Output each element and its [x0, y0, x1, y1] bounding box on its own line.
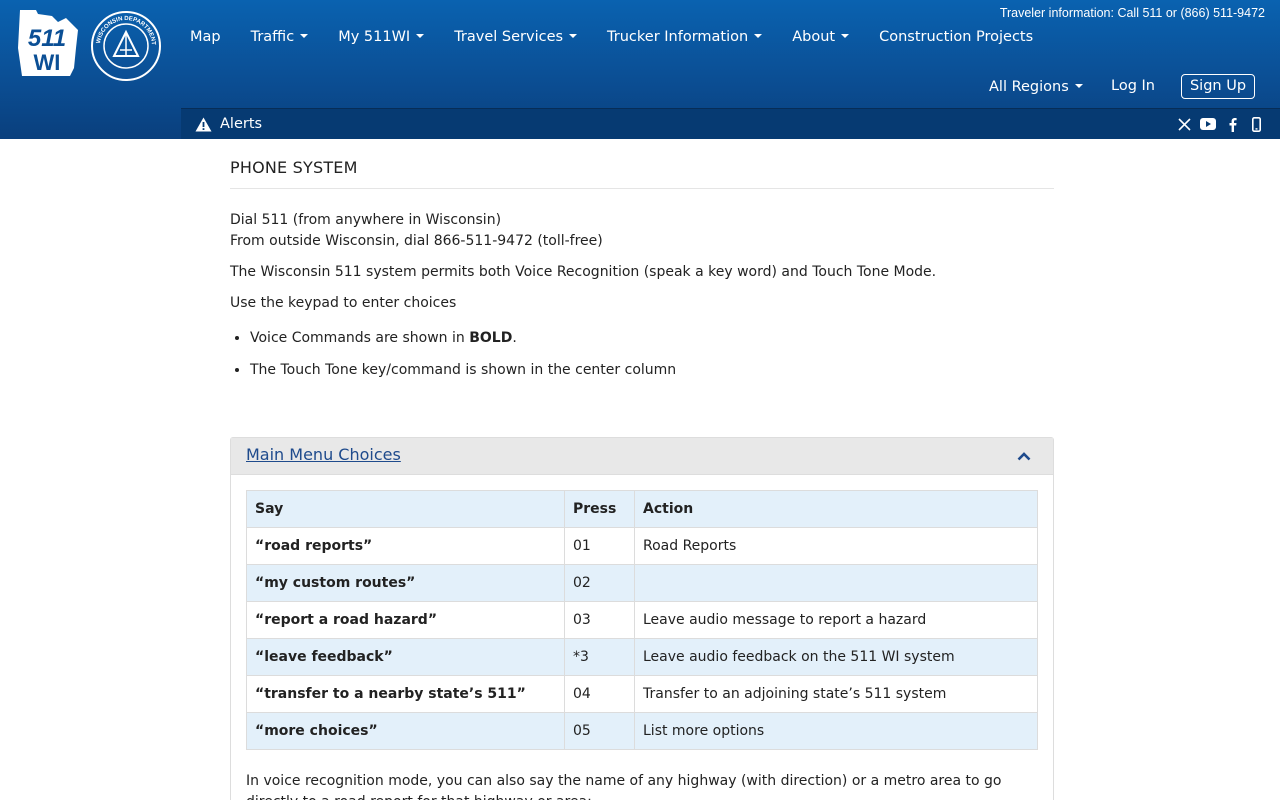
- keypad-paragraph: Use the keypad to enter choices: [230, 295, 457, 311]
- caret-down-icon: [754, 34, 763, 38]
- nav-map[interactable]: Map: [190, 27, 221, 47]
- voice-recognition-note: In voice recognition mode, you can also …: [246, 773, 1002, 800]
- instructions-list: Voice Commands are shown in BOLD. The To…: [230, 328, 1054, 381]
- column-header-action: Action: [634, 490, 1038, 528]
- signup-button[interactable]: Sign Up: [1181, 74, 1255, 99]
- table-row: “leave feedback” *3 Leave audio feedback…: [246, 638, 1038, 676]
- table-row: “my custom routes” 02: [246, 564, 1038, 602]
- main-menu-panel: Main Menu Choices Say Press Action “road…: [230, 437, 1054, 800]
- traveler-info-text: Traveler information: Call 511 or (866) …: [999, 6, 1265, 20]
- wisdot-seal[interactable]: WISCONSIN DEPARTMENT OF TRANSPORTATION: [90, 10, 162, 82]
- 511wi-logo[interactable]: 511 WI: [14, 8, 80, 78]
- alerts-link[interactable]: Alerts: [220, 116, 262, 132]
- table-row: “road reports” 01 Road Reports: [246, 527, 1038, 565]
- main-menu-choices-link[interactable]: Main Menu Choices: [246, 445, 401, 464]
- column-header-say: Say: [246, 490, 565, 528]
- modes-paragraph: The Wisconsin 511 system permits both Vo…: [230, 264, 937, 280]
- panel-heading[interactable]: Main Menu Choices: [231, 438, 1053, 475]
- nav-trucker-information[interactable]: Trucker Information: [607, 27, 763, 47]
- svg-text:WI: WI: [34, 50, 61, 75]
- warning-icon: [195, 117, 212, 132]
- list-item: The Touch Tone key/command is shown in t…: [250, 360, 1054, 381]
- caret-down-icon: [300, 34, 309, 38]
- alerts-bar: Alerts: [181, 108, 1280, 139]
- column-header-press: Press: [564, 490, 635, 528]
- mobile-app-icon[interactable]: [1248, 116, 1264, 132]
- youtube-icon[interactable]: [1200, 116, 1216, 132]
- x-twitter-icon[interactable]: [1176, 116, 1192, 132]
- svg-text:511: 511: [28, 25, 66, 52]
- facebook-icon[interactable]: [1224, 116, 1240, 132]
- nav-my-511wi[interactable]: My 511WI: [338, 27, 425, 47]
- nav-about[interactable]: About: [792, 27, 850, 47]
- all-regions-dropdown[interactable]: All Regions: [989, 77, 1083, 97]
- nav-travel-services[interactable]: Travel Services: [454, 27, 578, 47]
- caret-down-icon: [416, 34, 425, 38]
- page-title: PHONE SYSTEM: [230, 158, 1054, 189]
- main-menu-table: Say Press Action “road reports” 01 Road …: [246, 490, 1038, 750]
- table-row: “more choices” 05 List more options: [246, 712, 1038, 750]
- caret-down-icon: [1074, 84, 1083, 88]
- table-row: “transfer to a nearby state’s 511” 04 Tr…: [246, 675, 1038, 713]
- main-content: PHONE SYSTEM Dial 511 (from anywhere in …: [230, 139, 1054, 392]
- caret-down-icon: [569, 34, 578, 38]
- list-item: Voice Commands are shown in BOLD.: [250, 328, 1054, 349]
- site-header: 511 WI WISCONSIN DEPARTMENT OF TRANSPORT…: [0, 0, 1280, 139]
- social-links: [1176, 116, 1264, 132]
- dial-instructions: Dial 511 (from anywhere in Wisconsin) Fr…: [230, 212, 603, 249]
- chevron-up-icon[interactable]: [1017, 451, 1031, 461]
- nav-traffic[interactable]: Traffic: [251, 27, 309, 47]
- table-row: “report a road hazard” 03 Leave audio me…: [246, 601, 1038, 639]
- login-link[interactable]: Log In: [1111, 76, 1155, 96]
- caret-down-icon: [841, 34, 850, 38]
- table-header-row: Say Press Action: [246, 490, 1038, 528]
- main-nav: Map Traffic My 511WI Travel Services Tru…: [190, 27, 1063, 47]
- svg-text:WISCONSIN DEPARTMENT OF TRANSP: WISCONSIN DEPARTMENT OF TRANSPORTATION: [90, 10, 156, 47]
- nav-construction-projects[interactable]: Construction Projects: [879, 27, 1033, 47]
